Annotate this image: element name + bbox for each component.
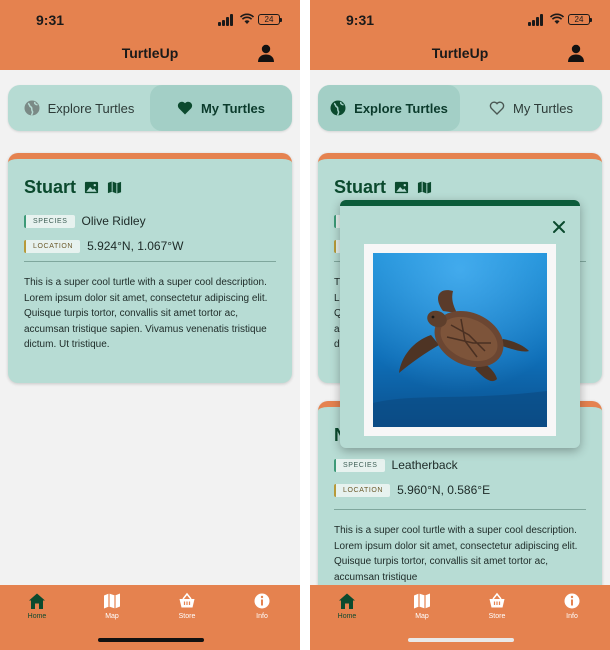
globe-icon: [330, 100, 346, 116]
signal-icon: [528, 14, 544, 26]
status-time: 9:31: [346, 12, 375, 28]
map-icon[interactable]: [107, 180, 122, 195]
tab-my-turtles-label: My Turtles: [513, 100, 573, 116]
turtle-photo: [373, 253, 547, 427]
battery-indicator: 24: [258, 14, 282, 25]
wifi-icon: [550, 13, 564, 24]
turtle-card[interactable]: Stuart SPECIES Olive Ridley LOCATION 5.9…: [8, 153, 292, 383]
nav-store[interactable]: Store: [472, 592, 522, 620]
wifi-icon: [240, 13, 254, 24]
turtle-description: This is a super cool turtle with a super…: [334, 525, 578, 583]
image-icon[interactable]: [394, 180, 409, 195]
bottom-nav: Home Map Store Info: [0, 585, 300, 650]
info-icon: [564, 593, 580, 609]
tab-explore-label: Explore Turtles: [47, 100, 135, 116]
species-value: Olive Ridley: [81, 214, 146, 228]
nav-home[interactable]: Home: [12, 592, 62, 620]
tab-explore-label: Explore Turtles: [354, 100, 448, 116]
home-indicator[interactable]: [98, 638, 204, 642]
basket-icon: [179, 592, 195, 608]
top-bar: 9:31 24 TurtleUp: [310, 0, 610, 70]
nav-map[interactable]: Map: [397, 592, 447, 620]
tab-my-turtles[interactable]: My Turtles: [150, 85, 292, 131]
divider: [334, 509, 586, 510]
person-icon[interactable]: [566, 43, 586, 63]
nav-info[interactable]: Info: [547, 592, 597, 620]
tab-my-turtles-label: My Turtles: [200, 100, 266, 116]
species-field: SPECIES Leatherback: [334, 458, 458, 472]
home-icon: [339, 593, 355, 609]
heart-icon: [177, 101, 193, 115]
screen-explore-turtles: 9:31 24 TurtleUp Explore Turtles My Turt…: [310, 0, 610, 650]
app-title: TurtleUp: [431, 45, 489, 61]
species-field: SPECIES Olive Ridley: [24, 214, 146, 228]
tab-explore-turtles[interactable]: Explore Turtles: [8, 85, 150, 131]
basket-icon: [489, 592, 505, 608]
nav-map[interactable]: Map: [87, 592, 137, 620]
turtle-name: Stuart: [24, 177, 122, 198]
turtle-name: Stuart: [334, 177, 432, 198]
species-badge: SPECIES: [24, 214, 75, 228]
status-icons: 24: [218, 13, 284, 27]
tab-my-turtles[interactable]: My Turtles: [460, 85, 602, 131]
person-icon[interactable]: [256, 43, 276, 63]
screen-my-turtles: 9:31 24 TurtleUp Explore Turtles My Turt…: [0, 0, 300, 650]
signal-icon: [218, 14, 234, 26]
map-icon[interactable]: [417, 180, 432, 195]
tab-bar: Explore Turtles My Turtles: [8, 85, 292, 131]
app-title: TurtleUp: [121, 45, 179, 61]
bottom-nav: Home Map Store Info: [310, 585, 610, 650]
close-icon[interactable]: [552, 220, 566, 234]
location-value: 5.924°N, 1.067°W: [87, 239, 184, 253]
location-badge: LOCATION: [24, 239, 81, 253]
tab-bar: Explore Turtles My Turtles: [318, 85, 602, 131]
status-icons: 24: [528, 13, 594, 27]
nav-store[interactable]: Store: [162, 592, 212, 620]
divider: [24, 261, 276, 262]
globe-icon: [24, 100, 40, 116]
location-field: LOCATION 5.960°N, 0.586°E: [334, 483, 490, 497]
info-icon: [254, 593, 270, 609]
map-icon: [414, 593, 430, 609]
location-field: LOCATION 5.924°N, 1.067°W: [24, 239, 183, 253]
map-icon: [104, 593, 120, 609]
heart-icon: [489, 101, 505, 115]
nav-home[interactable]: Home: [322, 592, 372, 620]
location-badge: LOCATION: [334, 483, 391, 497]
top-bar: 9:31 24 TurtleUp: [0, 0, 300, 70]
status-time: 9:31: [36, 12, 65, 28]
turtle-description: This is a super cool turtle with a super…: [24, 277, 268, 350]
location-value: 5.960°N, 0.586°E: [397, 483, 491, 497]
species-value: Leatherback: [391, 458, 458, 472]
nav-info[interactable]: Info: [237, 592, 287, 620]
photo-frame: [364, 244, 556, 436]
battery-indicator: 24: [568, 14, 592, 25]
image-icon[interactable]: [84, 180, 99, 195]
home-indicator[interactable]: [408, 638, 514, 642]
photo-modal: [340, 200, 580, 448]
home-icon: [29, 593, 45, 609]
species-badge: SPECIES: [334, 458, 385, 472]
tab-explore-turtles[interactable]: Explore Turtles: [318, 85, 460, 131]
